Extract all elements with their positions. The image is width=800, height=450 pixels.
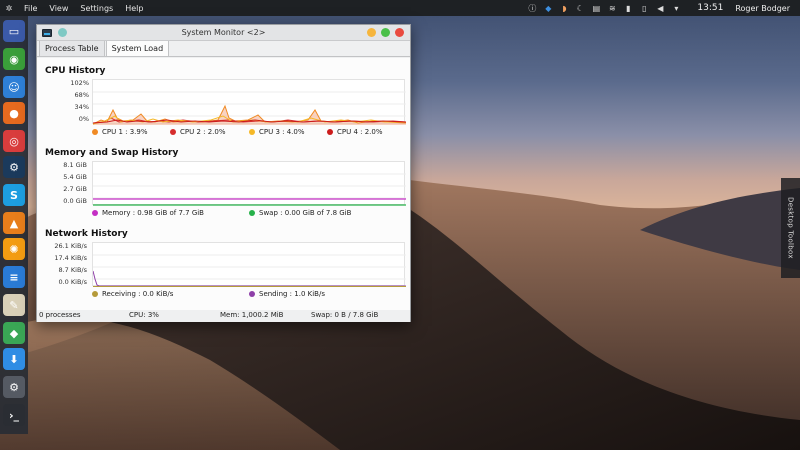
text-editor-icon[interactable]: ✎ [3,294,25,316]
swap-legend-label: Swap : 0.00 GiB of 7.8 GiB [259,209,352,217]
memory-ylabel: 5.4 GiB [63,173,87,181]
cpu-ylabel: 102% [70,79,89,87]
maps-icon[interactable]: ◆ [3,322,25,344]
window-titlebar[interactable]: System Monitor <2> [37,25,410,41]
maximize-button[interactable] [381,28,390,37]
swap-color-dot [249,210,255,216]
swap-legend: Swap : 0.00 GiB of 7.8 GiB [249,209,351,217]
cpu1-legend: CPU 1 : 3.9% [92,128,148,136]
cpu3-legend-label: CPU 3 : 4.0% [259,128,305,136]
clipboard-icon[interactable]: ▤ [591,3,601,13]
dropbox-icon[interactable]: ◆ [543,3,553,13]
network-ylabel: 17.4 KiB/s [54,254,87,262]
network-graph-svg [92,254,406,287]
cpu4-legend: CPU 4 : 2.0% [327,128,383,136]
memory-graph-svg [93,173,406,206]
cpu1-color-dot [92,129,98,135]
minimize-button[interactable] [367,28,376,37]
firefox-icon[interactable]: ● [3,102,25,124]
menu-help[interactable]: Help [119,4,149,13]
tab-process-table[interactable]: Process Table [39,40,105,56]
info-icon[interactable]: ⓘ [527,3,537,13]
phone-icon[interactable]: ▯ [639,3,649,13]
cpu1-legend-label: CPU 1 : 3.9% [102,128,148,136]
cpu3-legend: CPU 3 : 4.0% [249,128,305,136]
weather-icon[interactable]: ◗ [559,3,569,13]
orange-app-icon[interactable]: ✺ [3,238,25,260]
cpu4-legend-label: CPU 4 : 2.0% [337,128,383,136]
app-launcher-icon[interactable]: ✲ [0,4,18,13]
sending-color-dot [249,291,255,297]
receiving-legend-label: Receiving : 0.0 KiB/s [102,290,174,298]
cpu-history-title: CPU History [45,66,106,76]
cpu2-legend-label: CPU 2 : 2.0% [180,128,226,136]
close-button[interactable] [395,28,404,37]
menu-settings[interactable]: Settings [74,4,119,13]
cpu4-color-dot [327,129,333,135]
clock[interactable]: 13:51 [687,3,729,13]
desktop-toolbox-tab[interactable]: Desktop Toolbox [781,178,800,278]
memory-history-graph [92,161,406,206]
window-title: System Monitor <2> [181,28,266,37]
terminal-icon[interactable]: ›_ [3,404,25,426]
screenshot-icon[interactable]: ◉ [3,48,25,70]
memory-history-title: Memory and Swap History [45,148,179,158]
status-cpu: CPU: 3% [129,311,159,319]
menu-view[interactable]: View [43,4,74,13]
cpu-history-graph [92,79,407,125]
cpu2-color-dot [170,129,176,135]
system-tray: ⓘ ◆ ◗ ☾ ▤ ≋ ▮ ▯ ◀ ▾ 13:51 Roger Bodger [527,3,800,13]
system-load-panel: CPU History 102% 68% 34% 0% CPU 1 : 3.9%… [37,58,410,310]
app-dock: ▭ ◉ ☺ ● ◎ ⚙ S ▲ ✺ ≡ ✎ ◆ ⬇ ⚙ ›_ [0,16,28,434]
moon-icon[interactable]: ☾ [575,3,585,13]
network-ylabel: 26.1 KiB/s [54,242,87,250]
docs-icon[interactable]: ≡ [3,266,25,288]
memory-ylabel: 0.0 GiB [63,197,87,205]
network-history-title: Network History [45,229,128,239]
memory-ylabel: 8.1 GiB [63,161,87,169]
finder-icon[interactable]: ☺ [3,76,25,98]
cpu-graph-svg [92,91,407,125]
network-history-graph [92,242,406,287]
memory-legend-label: Memory : 0.98 GiB of 7.7 GiB [102,209,204,217]
volume-icon[interactable]: ◀ [655,3,665,13]
vlc-icon[interactable]: ▲ [3,212,25,234]
battery-icon[interactable]: ▮ [623,3,633,13]
network-ylabel: 0.0 KiB/s [58,278,87,286]
cpu-ylabel: 68% [74,91,89,99]
skype-icon[interactable]: S [3,184,25,206]
top-panel: ✲ File View Settings Help ⓘ ◆ ◗ ☾ ▤ ≋ ▮ … [0,0,800,16]
sending-legend: Sending : 1.0 KiB/s [249,290,325,298]
toolbox-label: Desktop Toolbox [786,197,795,259]
system-monitor-window: System Monitor <2> Process Table System … [36,24,411,322]
status-mem: Mem: 1,000.2 MiB [220,311,284,319]
receiving-color-dot [92,291,98,297]
memory-color-dot [92,210,98,216]
store-icon[interactable]: ⬇ [3,348,25,370]
tab-system-load[interactable]: System Load [105,39,170,56]
cpu3-color-dot [249,129,255,135]
menu-file[interactable]: File [18,4,43,13]
cpu-ylabel: 34% [74,103,89,111]
dolphin-icon[interactable]: ▭ [3,20,25,42]
steam-icon[interactable]: ⚙ [3,156,25,178]
cpu2-legend: CPU 2 : 2.0% [170,128,226,136]
memory-legend: Memory : 0.98 GiB of 7.7 GiB [92,209,204,217]
status-processes: 0 processes [39,311,81,319]
chrome-icon[interactable]: ◎ [3,130,25,152]
memory-ylabel: 2.7 GiB [63,185,87,193]
status-swap: Swap: 0 B / 7.8 GiB [311,311,379,319]
settings-icon[interactable]: ⚙ [3,376,25,398]
status-bar: 0 processes CPU: 3% Mem: 1,000.2 MiB Swa… [37,310,410,322]
sending-legend-label: Sending : 1.0 KiB/s [259,290,325,298]
receiving-legend: Receiving : 0.0 KiB/s [92,290,173,298]
wifi-icon[interactable]: ≋ [607,3,617,13]
cpu-ylabel: 0% [78,115,89,123]
network-ylabel: 8.7 KiB/s [58,266,87,274]
tab-bar: Process Table System Load [37,39,410,57]
chevron-down-icon[interactable]: ▾ [671,3,681,13]
user-menu[interactable]: Roger Bodger [735,4,790,13]
